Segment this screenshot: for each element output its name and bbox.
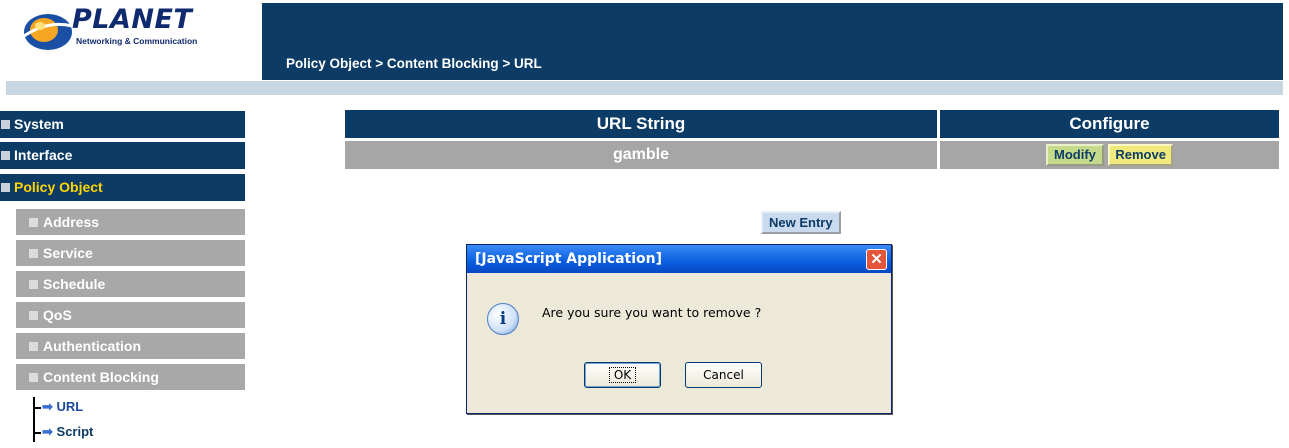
tree-branch (33, 432, 41, 434)
expand-icon (29, 248, 38, 258)
tree-branch (33, 407, 41, 409)
sidebar-item-policy-object[interactable]: Policy Object (0, 174, 245, 201)
tree-item-label: Script (56, 424, 94, 439)
sidebar-subitem-label: Service (43, 245, 93, 261)
table-cell-url: gamble (345, 141, 937, 169)
tree-item-label: URL (56, 399, 84, 414)
ok-button-label: OK (608, 367, 637, 383)
expand-icon (29, 217, 38, 227)
logo-area: PLANET Networking & Communication (0, 0, 262, 80)
column-header-url-string: URL String (345, 110, 937, 138)
sidebar-subitem-service[interactable]: Service (16, 240, 245, 266)
sidebar-subitem-address[interactable]: Address (16, 209, 245, 235)
sidebar-subitem-authentication[interactable]: Authentication (16, 333, 245, 359)
sidebar-item-label: System (14, 116, 64, 132)
sidebar-subitem-label: Schedule (43, 276, 106, 292)
sidebar-subitem-qos[interactable]: QoS (16, 302, 245, 328)
header-divider (6, 81, 1283, 95)
sidebar-subitem-content-blocking[interactable]: Content Blocking (16, 364, 245, 390)
sidebar-item-label: Interface (14, 147, 73, 163)
dialog-message: Are you sure you want to remove ? (542, 305, 762, 320)
column-header-configure: Configure (940, 110, 1279, 138)
dialog-title: [JavaScript Application] (467, 245, 891, 273)
expand-icon (1, 150, 10, 160)
ok-button[interactable]: OK (584, 362, 661, 388)
sidebar-item-system[interactable]: System (0, 111, 245, 138)
sidebar-subitem-label: QoS (43, 307, 72, 323)
new-entry-button[interactable]: New Entry (761, 211, 841, 234)
brand-tagline: Networking & Communication (76, 36, 198, 46)
sidebar-subitem-label: Address (43, 214, 100, 230)
tree-connector (33, 397, 35, 442)
sidebar-item-label: Policy Object (14, 179, 103, 195)
remove-button[interactable]: Remove (1108, 143, 1173, 166)
arrow-right-icon: ➡ (42, 399, 53, 414)
sidebar-subitem-schedule[interactable]: Schedule (16, 271, 245, 297)
info-icon: i (487, 303, 519, 335)
cancel-button[interactable]: Cancel (685, 362, 762, 388)
tree-item-url[interactable]: ➡ URL (42, 399, 83, 415)
sidebar-subitem-label: Content Blocking (43, 369, 159, 385)
tree-item-script[interactable]: ➡ Script (42, 424, 93, 440)
collapse-icon (29, 372, 38, 382)
close-icon[interactable]: ✕ (866, 249, 887, 270)
sidebar-item-interface[interactable]: Interface (0, 142, 245, 169)
expand-icon (1, 119, 10, 129)
sidebar-subitem-label: Authentication (43, 338, 141, 354)
collapse-icon (1, 182, 10, 192)
modify-button[interactable]: Modify (1046, 143, 1104, 166)
expand-icon (29, 341, 38, 351)
expand-icon (29, 279, 38, 289)
table-cell-configure: Modify Remove (940, 141, 1279, 169)
arrow-right-icon: ➡ (42, 424, 53, 439)
breadcrumb: Policy Object > Content Blocking > URL (286, 56, 542, 71)
confirm-dialog: [JavaScript Application] ✕ i Are you sur… (466, 244, 892, 414)
expand-icon (29, 310, 38, 320)
brand-name: PLANET (72, 4, 193, 35)
